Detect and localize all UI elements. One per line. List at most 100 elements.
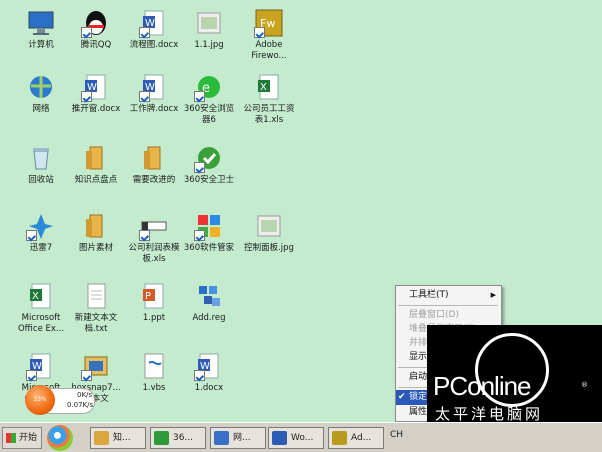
desktop-icon[interactable]: 控制面板.jpg	[238, 211, 300, 254]
desktop-icon[interactable]: 知识点盘点	[65, 143, 127, 186]
txt-icon	[81, 281, 111, 311]
snap-icon	[81, 351, 111, 381]
language-indicator[interactable]: CH	[390, 430, 403, 440]
watermark-cn: 太平洋电脑网	[435, 405, 544, 423]
desktop-icon[interactable]: 新建文本文 档.txt	[65, 281, 127, 335]
desktop-icon-label: 360安全浏览 器6	[183, 104, 235, 125]
taskbar-button[interactable]: 36...	[150, 427, 206, 449]
desktop-icon[interactable]: e 360安全浏览 器6	[178, 72, 240, 126]
shortcut-arrow-icon	[254, 27, 265, 38]
ppt-icon: P	[139, 281, 169, 311]
desktop-icon[interactable]: 图片素材	[65, 211, 127, 254]
desktop-icon-label: 1.docx	[194, 383, 224, 393]
check-icon: ✔	[398, 392, 406, 402]
menu-item-cascade[interactable]: 层叠窗口(D)	[396, 308, 501, 323]
windows-flag-icon	[6, 433, 16, 443]
desktop-icon[interactable]: 1.vbs	[123, 351, 185, 394]
recycle-icon	[26, 143, 56, 173]
word-icon: W	[81, 72, 111, 102]
desktop-icon[interactable]: 回收站	[10, 143, 72, 186]
shortcut-arrow-icon	[81, 91, 92, 102]
folder-icon	[139, 143, 169, 173]
fireworks-icon: Fw	[254, 8, 284, 38]
desktop-icon-label: 360软件管家	[183, 243, 235, 253]
desktop-icon-label: Add.reg	[192, 313, 226, 323]
desktop-icon[interactable]: 1.1.jpg	[178, 8, 240, 51]
shortcut-arrow-icon	[194, 370, 205, 381]
desktop-icon[interactable]: W 推开窗.docx	[65, 72, 127, 115]
folder-icon	[81, 143, 111, 173]
desktop-icon-label: 控制面板.jpg	[244, 243, 294, 253]
desktop-icon-label: 工作牌.docx	[129, 104, 179, 114]
desktop-icon[interactable]: W 流程图.docx	[123, 8, 185, 51]
xlsblank-icon	[139, 211, 169, 241]
desktop-icon[interactable]: X 公司员工工资 表1.xls	[238, 72, 300, 126]
desktop-icon-label: 公司利润表模 板.xls	[128, 243, 180, 264]
desktop-icon[interactable]: 需要改进的	[123, 143, 185, 186]
taskbar-button[interactable]: 网...	[210, 427, 266, 449]
menu-separator	[398, 305, 498, 306]
desktop-icon-label: 腾讯QQ	[80, 40, 112, 50]
app-icon	[332, 431, 347, 445]
thunder-icon	[26, 211, 56, 241]
desktop-icon[interactable]: W 工作牌.docx	[123, 72, 185, 115]
image-icon	[194, 8, 224, 38]
desktop-icon-label: 新建文本文 档.txt	[74, 313, 118, 334]
upload-speed: 0K/s	[77, 391, 93, 399]
app-icon	[272, 431, 287, 445]
desktop-icon-label: 迅雷7	[29, 243, 53, 253]
desktop-icon[interactable]: 网络	[10, 72, 72, 115]
submenu-arrow-icon: ▶	[490, 291, 496, 299]
word-icon: W	[139, 72, 169, 102]
shortcut-arrow-icon	[194, 230, 205, 241]
shortcut-arrow-icon	[139, 27, 150, 38]
desktop-icon-label: 1.vbs	[142, 383, 166, 393]
desktop-icon[interactable]: 360安全卫士	[178, 143, 240, 186]
start-button[interactable]: 开始	[2, 427, 42, 449]
image-icon	[254, 211, 284, 241]
app-icon	[94, 431, 109, 445]
shortcut-arrow-icon	[26, 230, 37, 241]
shortcut-arrow-icon	[194, 162, 205, 173]
desktop-icon[interactable]: 公司利润表模 板.xls	[123, 211, 185, 265]
desktop-icon-label: 回收站	[28, 175, 54, 185]
app-icon	[154, 431, 169, 445]
desktop-icon-label: 360安全卫士	[183, 175, 235, 185]
desktop-icon-label: 公司员工工资 表1.xls	[243, 104, 295, 125]
reg-icon	[194, 281, 224, 311]
network-speed-widget[interactable]: 33% 0K/s 0.07K/s	[25, 385, 95, 415]
app-icon	[214, 431, 229, 445]
folder-icon	[81, 211, 111, 241]
desktop-icon[interactable]: 腾讯QQ	[65, 8, 127, 51]
shortcut-arrow-icon	[81, 27, 92, 38]
network-icon	[26, 72, 56, 102]
desktop-icon[interactable]: Add.reg	[178, 281, 240, 324]
taskbar-button[interactable]: Ad...	[328, 427, 384, 449]
desktop-icon-label: 1.1.jpg	[194, 40, 224, 50]
desktop-icon[interactable]: 迅雷7	[10, 211, 72, 254]
svg-text:P: P	[145, 291, 151, 302]
desktop-icon-label: 知识点盘点	[74, 175, 118, 185]
desktop-icon-label: 图片素材	[78, 243, 113, 253]
taskbar[interactable]: 开始 知... 36... 网... Wo... Ad... CH	[0, 422, 602, 452]
desktop-icon[interactable]: 计算机	[10, 8, 72, 51]
desktop-icon[interactable]: P 1.ppt	[123, 281, 185, 324]
word-icon: W	[194, 351, 224, 381]
taskbar-button[interactable]: 知...	[90, 427, 146, 449]
svg-text:X: X	[260, 82, 267, 93]
watermark-brand: PConline	[433, 371, 532, 401]
excel-icon: X	[254, 72, 284, 102]
desktop-icon[interactable]: Fw Adobe Firewo...	[238, 8, 300, 62]
download-speed: 0.07K/s	[67, 401, 94, 409]
svg-text:X: X	[32, 291, 39, 302]
desktop-icon-label: 需要改进的	[132, 175, 176, 185]
desktop-icon[interactable]: X Microsoft Office Ex...	[10, 281, 72, 335]
taskbar-button[interactable]: Wo...	[268, 427, 324, 449]
menu-item-toolbars[interactable]: 工具栏(T) ▶	[396, 288, 501, 303]
quick-launch-icon[interactable]	[47, 425, 73, 451]
speed-badge: 33%	[25, 385, 55, 415]
desktop-icon[interactable]: 360软件管家	[178, 211, 240, 254]
qq-icon	[81, 8, 111, 38]
desktop-icon[interactable]: W 1.docx	[178, 351, 240, 394]
vbs-icon	[139, 351, 169, 381]
